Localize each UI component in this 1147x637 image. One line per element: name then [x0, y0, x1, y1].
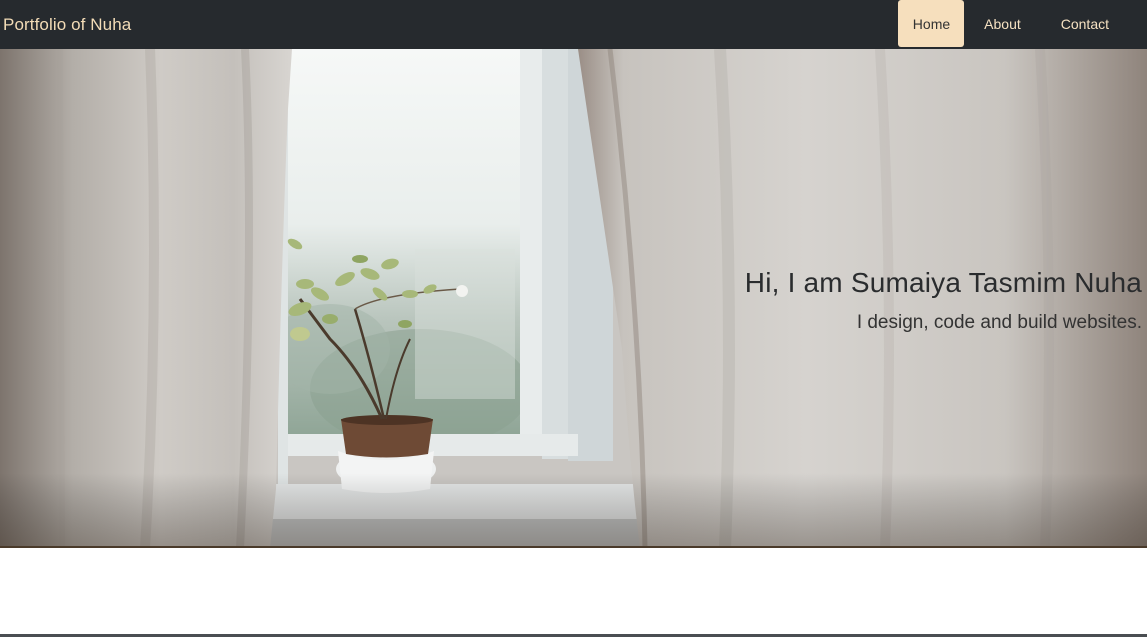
nav-link-about[interactable]: About: [964, 0, 1041, 47]
hero-title: Hi, I am Sumaiya Tasmim Nuha: [744, 267, 1142, 298]
hero-text: Hi, I am Sumaiya Tasmim Nuha I design, c…: [745, 267, 1142, 334]
hero-section: Hi, I am Sumaiya Tasmim Nuha I design, c…: [0, 49, 1147, 548]
nav-link-home[interactable]: Home: [897, 0, 965, 47]
brand-link[interactable]: Portfolio of Nuha: [0, 15, 131, 35]
hero-subtitle: I design, code and build websites.: [856, 312, 1142, 333]
nav-link-contact[interactable]: Contact: [1041, 0, 1129, 47]
nav-links: Home About Contact: [897, 0, 1129, 49]
navbar: Portfolio of Nuha Home About Contact: [0, 0, 1147, 49]
